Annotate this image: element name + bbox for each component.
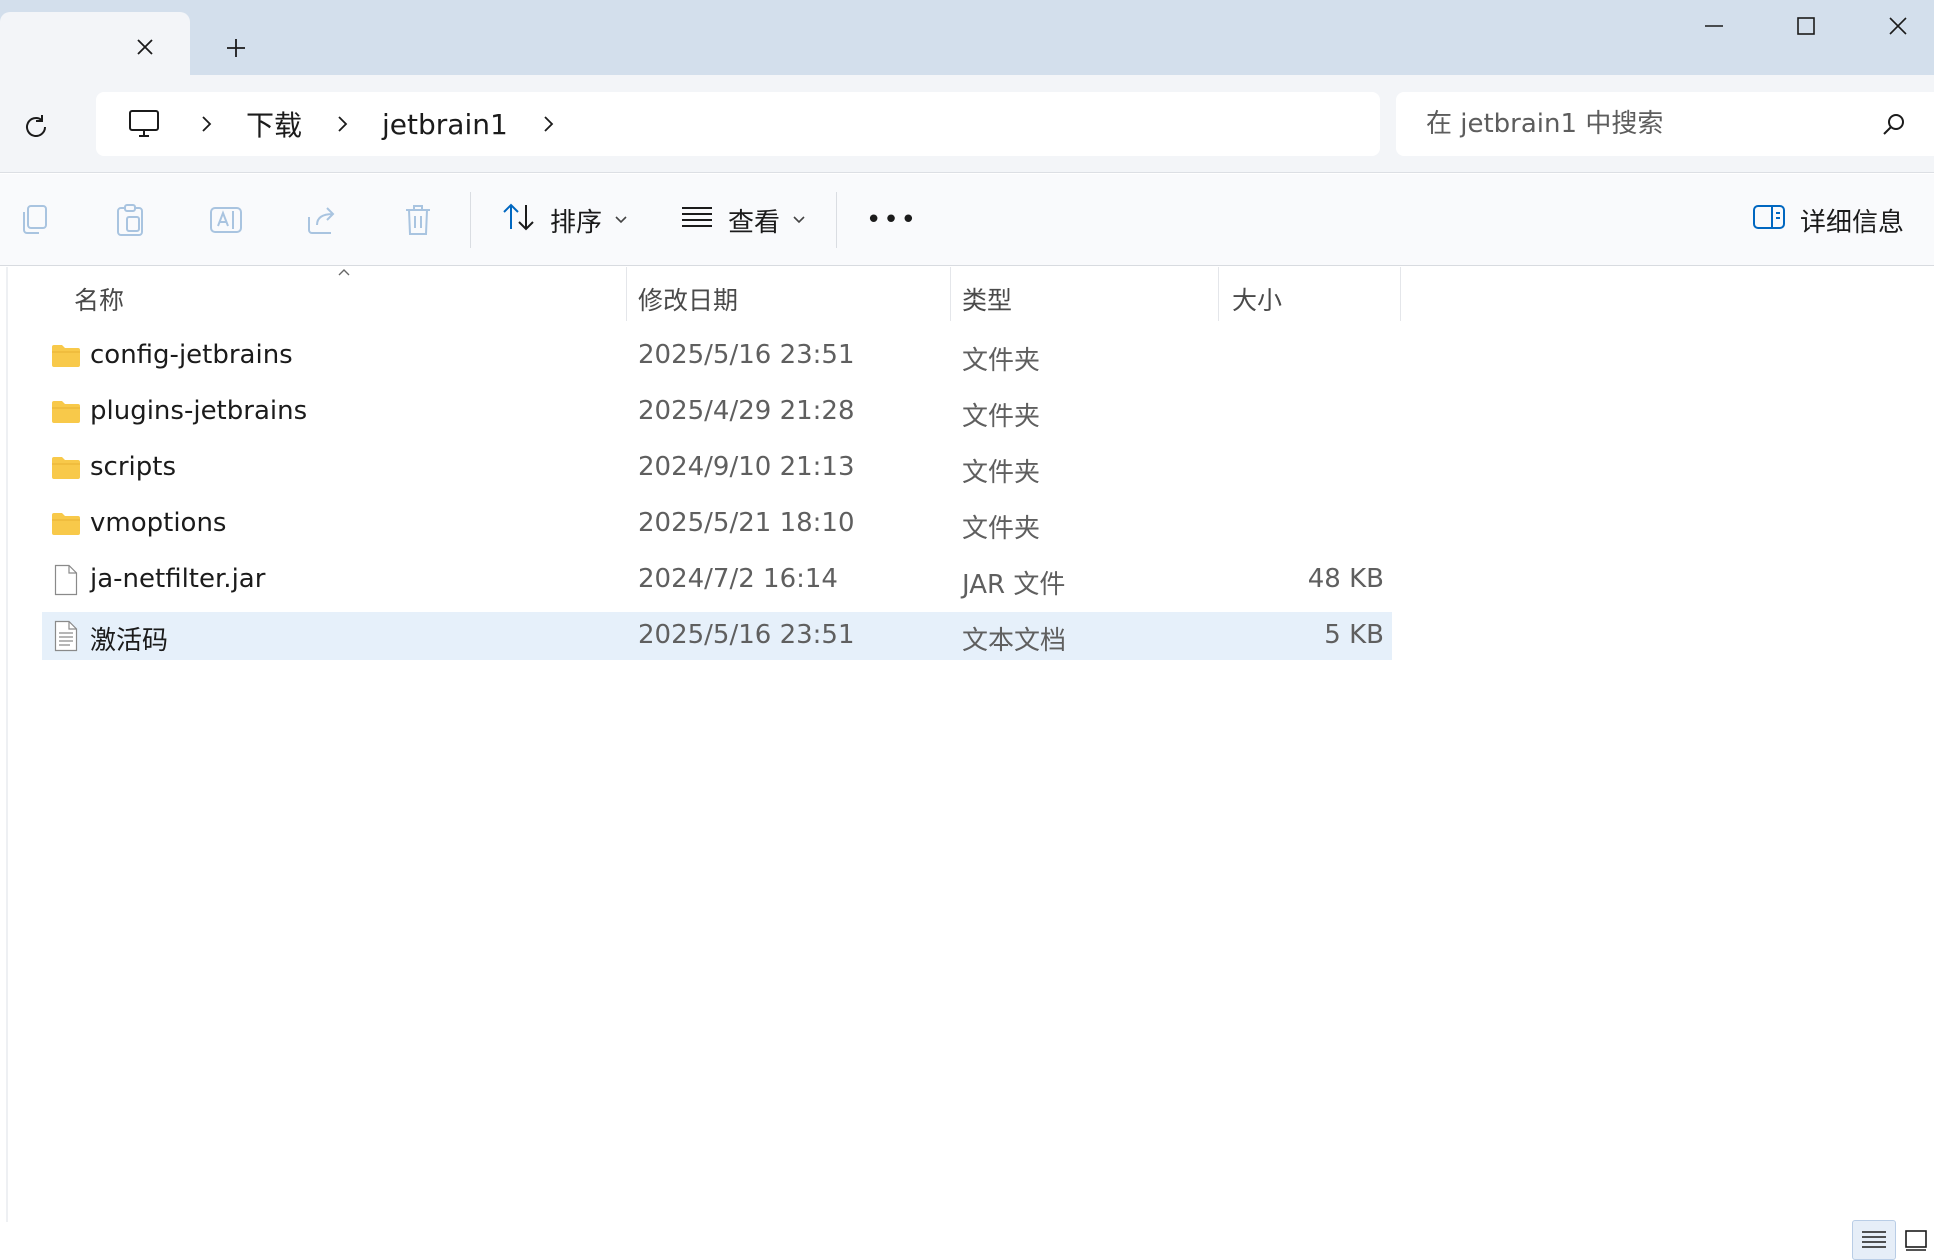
more-icon: ••• [866,205,919,235]
file-name: config-jetbrains [90,340,293,370]
refresh-icon[interactable] [14,105,58,149]
details-view-icon[interactable] [1852,1220,1896,1260]
file-date: 2025/5/16 23:51 [638,620,855,650]
text-file-icon [50,620,82,652]
share-icon[interactable] [300,198,344,242]
file-type: 文件夹 [962,346,1041,376]
folder-icon [50,508,82,540]
column-header-name[interactable]: 名称 [74,281,124,317]
chevron-right-icon[interactable] [322,104,362,144]
maximize-icon[interactable] [1760,0,1852,52]
column-header-date[interactable]: 修改日期 [638,281,738,317]
file-date: 2024/7/2 16:14 [638,564,838,594]
search-input[interactable] [1424,108,1844,140]
large-icons-view-icon[interactable] [1898,1220,1934,1260]
sort-icon [502,202,536,239]
file-date: 2025/5/16 23:51 [638,340,855,370]
file-row[interactable]: ja-netfilter.jar 2024/7/2 16:14 JAR 文件 4… [42,556,1392,604]
file-icon [50,564,82,596]
sort-button[interactable]: 排序 [502,196,628,244]
file-type: JAR 文件 [962,570,1066,600]
details-pane-icon [1752,203,1786,238]
column-header-size[interactable]: 大小 [1232,281,1282,317]
column-divider[interactable] [1400,267,1401,321]
breadcrumb-downloads[interactable]: 下载 [242,104,306,144]
sort-ascending-icon [334,265,354,279]
close-icon[interactable] [1852,0,1934,52]
chevron-down-icon [792,215,806,225]
column-headers: 名称 修改日期 类型 大小 [0,267,1934,321]
column-divider[interactable] [626,267,627,321]
column-divider[interactable] [1218,267,1219,321]
file-type: 文件夹 [962,514,1041,544]
chevron-right-icon[interactable] [528,104,568,144]
details-pane-button[interactable]: 详细信息 [1752,196,1904,244]
delete-icon[interactable] [396,198,440,242]
column-divider[interactable] [950,267,951,321]
folder-icon [50,340,82,372]
tab-current[interactable] [0,12,190,75]
file-name: plugins-jetbrains [90,396,308,426]
plus-icon[interactable] [218,30,254,66]
details-label: 详细信息 [1799,207,1904,238]
file-type: 文本文档 [962,626,1067,656]
minimize-icon[interactable] [1668,0,1760,52]
column-header-type[interactable]: 类型 [962,281,1012,317]
file-row[interactable]: config-jetbrains 2025/5/16 23:51 文件夹 [42,332,1392,380]
file-date: 2025/5/21 18:10 [638,508,855,538]
view-button[interactable]: 查看 [680,196,806,244]
rename-icon[interactable] [204,198,248,242]
nav-pane-edge [6,267,8,1222]
sort-label: 排序 [550,207,603,238]
chevron-right-icon[interactable] [186,104,226,144]
file-type: 文件夹 [962,458,1041,488]
view-label: 查看 [728,207,781,238]
file-size: 48 KB [1307,564,1384,594]
file-name: vmoptions [90,508,227,538]
toolbar-divider [470,192,471,248]
file-row[interactable]: plugins-jetbrains 2025/4/29 21:28 文件夹 [42,388,1392,436]
command-bar: 排序 查看 ••• 详细信息 [0,174,1934,266]
folder-icon [50,452,82,484]
more-options-button[interactable]: ••• [866,196,918,244]
file-name: 激活码 [90,626,169,656]
file-row[interactable]: vmoptions 2025/5/21 18:10 文件夹 [42,500,1392,548]
breadcrumb[interactable]: 下载 jetbrain1 [96,92,1380,156]
search-icon[interactable] [1880,110,1908,138]
chevron-down-icon [614,215,628,225]
title-bar [0,0,1934,75]
file-name: ja-netfilter.jar [90,564,266,594]
file-row[interactable]: scripts 2024/9/10 21:13 文件夹 [42,444,1392,492]
file-row-selected[interactable]: 激活码 2025/5/16 23:51 文本文档 5 KB [42,612,1392,660]
computer-icon[interactable] [118,104,170,144]
breadcrumb-jetbrain1[interactable]: jetbrain1 [378,108,512,141]
paste-icon[interactable] [108,198,152,242]
file-size: 5 KB [1324,620,1384,650]
copy-icon[interactable] [12,198,56,242]
search-box[interactable] [1396,92,1934,156]
close-icon[interactable] [130,32,160,62]
file-date: 2025/4/29 21:28 [638,396,855,426]
file-date: 2024/9/10 21:13 [638,452,855,482]
folder-icon [50,396,82,428]
file-name: scripts [90,452,176,482]
address-bar: 下载 jetbrain1 [0,75,1934,173]
file-type: 文件夹 [962,402,1041,432]
toolbar-divider [836,192,837,248]
list-view-icon [680,205,714,236]
file-list: 名称 修改日期 类型 大小 config-jetbrains 2025/5/16… [0,267,1934,1222]
